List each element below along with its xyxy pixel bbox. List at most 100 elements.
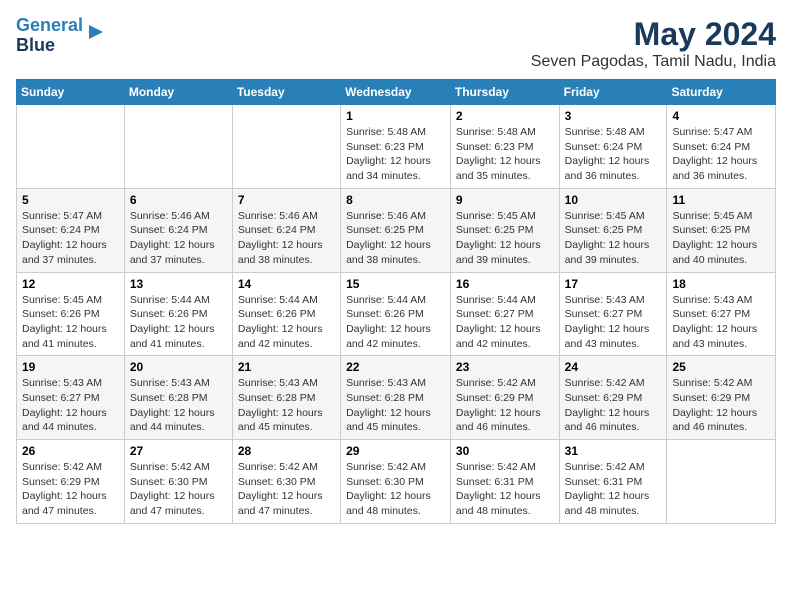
calendar-cell: 16 Sunrise: 5:44 AM Sunset: 6:27 PM Dayli…: [450, 272, 559, 356]
title-block: May 2024 Seven Pagodas, Tamil Nadu, Indi…: [531, 16, 776, 71]
day-info: Sunrise: 5:45 AM Sunset: 6:25 PM Dayligh…: [456, 209, 554, 268]
day-info: Sunrise: 5:42 AM Sunset: 6:31 PM Dayligh…: [565, 460, 662, 519]
day-number: 28: [238, 444, 335, 458]
calendar-cell: 7Sunrise: 5:46 AM Sunset: 6:24 PM Daylig…: [232, 188, 340, 272]
weekday-header: Sunday: [17, 80, 125, 105]
calendar-cell: 3 Sunrise: 5:48 AM Sunset: 6:24 PM Daylig…: [559, 105, 667, 189]
calendar-cell: 8 Sunrise: 5:46 AM Sunset: 6:25 PM Daylig…: [341, 188, 451, 272]
day-info: Sunrise: 5:42 AM Sunset: 6:29 PM Dayligh…: [456, 376, 554, 435]
calendar-cell: 19Sunrise: 5:43 AM Sunset: 6:27 PM Dayli…: [17, 356, 125, 440]
day-info: Sunrise: 5:42 AM Sunset: 6:31 PM Dayligh…: [456, 460, 554, 519]
calendar-cell: 29 Sunrise: 5:42 AM Sunset: 6:30 PM Dayli…: [341, 440, 451, 524]
day-number: 4: [672, 109, 770, 123]
day-number: 22: [346, 360, 445, 374]
calendar-cell: 25 Sunrise: 5:42 AM Sunset: 6:29 PM Dayli…: [667, 356, 776, 440]
calendar-week-row: 12Sunrise: 5:45 AM Sunset: 6:26 PM Dayli…: [17, 272, 776, 356]
calendar-cell: [232, 105, 340, 189]
calendar-week-row: 5 Sunrise: 5:47 AM Sunset: 6:24 PM Daylig…: [17, 188, 776, 272]
calendar-cell: 15Sunrise: 5:44 AM Sunset: 6:26 PM Dayli…: [341, 272, 451, 356]
day-info: Sunrise: 5:42 AM Sunset: 6:29 PM Dayligh…: [22, 460, 119, 519]
day-info: Sunrise: 5:44 AM Sunset: 6:26 PM Dayligh…: [130, 293, 227, 352]
page-title: May 2024: [531, 16, 776, 53]
day-number: 23: [456, 360, 554, 374]
day-info: Sunrise: 5:42 AM Sunset: 6:29 PM Dayligh…: [672, 376, 770, 435]
day-info: Sunrise: 5:45 AM Sunset: 6:26 PM Dayligh…: [22, 293, 119, 352]
day-number: 3: [565, 109, 662, 123]
day-number: 7: [238, 193, 335, 207]
calendar-cell: 26 Sunrise: 5:42 AM Sunset: 6:29 PM Dayli…: [17, 440, 125, 524]
calendar-header-row: SundayMondayTuesdayWednesdayThursdayFrid…: [17, 80, 776, 105]
weekday-header: Wednesday: [341, 80, 451, 105]
weekday-header: Thursday: [450, 80, 559, 105]
calendar-cell: 14Sunrise: 5:44 AM Sunset: 6:26 PM Dayli…: [232, 272, 340, 356]
day-info: Sunrise: 5:43 AM Sunset: 6:28 PM Dayligh…: [346, 376, 445, 435]
day-number: 26: [22, 444, 119, 458]
calendar-cell: 22 Sunrise: 5:43 AM Sunset: 6:28 PM Dayli…: [341, 356, 451, 440]
day-info: Sunrise: 5:42 AM Sunset: 6:30 PM Dayligh…: [238, 460, 335, 519]
day-number: 8: [346, 193, 445, 207]
day-number: 27: [130, 444, 227, 458]
day-number: 10: [565, 193, 662, 207]
calendar-cell: 13 Sunrise: 5:44 AM Sunset: 6:26 PM Dayli…: [124, 272, 232, 356]
day-number: 29: [346, 444, 445, 458]
day-number: 20: [130, 360, 227, 374]
day-info: Sunrise: 5:42 AM Sunset: 6:30 PM Dayligh…: [346, 460, 445, 519]
calendar-cell: [667, 440, 776, 524]
calendar-cell: 17 Sunrise: 5:43 AM Sunset: 6:27 PM Dayli…: [559, 272, 667, 356]
calendar-cell: [17, 105, 125, 189]
logo-text: GeneralBlue: [16, 16, 83, 56]
day-number: 17: [565, 277, 662, 291]
day-number: 11: [672, 193, 770, 207]
calendar-week-row: 19Sunrise: 5:43 AM Sunset: 6:27 PM Dayli…: [17, 356, 776, 440]
day-number: 16: [456, 277, 554, 291]
day-info: Sunrise: 5:48 AM Sunset: 6:23 PM Dayligh…: [346, 125, 445, 184]
day-info: Sunrise: 5:42 AM Sunset: 6:30 PM Dayligh…: [130, 460, 227, 519]
calendar-table: SundayMondayTuesdayWednesdayThursdayFrid…: [16, 79, 776, 524]
day-number: 31: [565, 444, 662, 458]
calendar-cell: 23 Sunrise: 5:42 AM Sunset: 6:29 PM Dayli…: [450, 356, 559, 440]
day-info: Sunrise: 5:43 AM Sunset: 6:27 PM Dayligh…: [565, 293, 662, 352]
day-number: 13: [130, 277, 227, 291]
calendar-cell: 20Sunrise: 5:43 AM Sunset: 6:28 PM Dayli…: [124, 356, 232, 440]
page-subtitle: Seven Pagodas, Tamil Nadu, India: [531, 53, 776, 71]
calendar-cell: 24 Sunrise: 5:42 AM Sunset: 6:29 PM Dayli…: [559, 356, 667, 440]
day-number: 2: [456, 109, 554, 123]
day-number: 14: [238, 277, 335, 291]
day-number: 25: [672, 360, 770, 374]
day-info: Sunrise: 5:44 AM Sunset: 6:27 PM Dayligh…: [456, 293, 554, 352]
calendar-cell: [124, 105, 232, 189]
day-info: Sunrise: 5:46 AM Sunset: 6:24 PM Dayligh…: [130, 209, 227, 268]
calendar-cell: 4Sunrise: 5:47 AM Sunset: 6:24 PM Daylig…: [667, 105, 776, 189]
calendar-cell: 10 Sunrise: 5:45 AM Sunset: 6:25 PM Dayli…: [559, 188, 667, 272]
day-number: 15: [346, 277, 445, 291]
weekday-header: Friday: [559, 80, 667, 105]
day-number: 30: [456, 444, 554, 458]
day-number: 18: [672, 277, 770, 291]
calendar-week-row: 1 Sunrise: 5:48 AM Sunset: 6:23 PM Daylig…: [17, 105, 776, 189]
day-info: Sunrise: 5:48 AM Sunset: 6:24 PM Dayligh…: [565, 125, 662, 184]
day-info: Sunrise: 5:42 AM Sunset: 6:29 PM Dayligh…: [565, 376, 662, 435]
day-number: 1: [346, 109, 445, 123]
day-number: 19: [22, 360, 119, 374]
calendar-cell: 30 Sunrise: 5:42 AM Sunset: 6:31 PM Dayli…: [450, 440, 559, 524]
calendar-week-row: 26 Sunrise: 5:42 AM Sunset: 6:29 PM Dayli…: [17, 440, 776, 524]
calendar-cell: 31 Sunrise: 5:42 AM Sunset: 6:31 PM Dayli…: [559, 440, 667, 524]
calendar-cell: 27 Sunrise: 5:42 AM Sunset: 6:30 PM Dayli…: [124, 440, 232, 524]
day-info: Sunrise: 5:46 AM Sunset: 6:25 PM Dayligh…: [346, 209, 445, 268]
day-info: Sunrise: 5:48 AM Sunset: 6:23 PM Dayligh…: [456, 125, 554, 184]
calendar-cell: 21Sunrise: 5:43 AM Sunset: 6:28 PM Dayli…: [232, 356, 340, 440]
day-info: Sunrise: 5:45 AM Sunset: 6:25 PM Dayligh…: [565, 209, 662, 268]
day-info: Sunrise: 5:45 AM Sunset: 6:25 PM Dayligh…: [672, 209, 770, 268]
logo-icon: [85, 21, 107, 43]
calendar-cell: 18Sunrise: 5:43 AM Sunset: 6:27 PM Dayli…: [667, 272, 776, 356]
calendar-cell: 12Sunrise: 5:45 AM Sunset: 6:26 PM Dayli…: [17, 272, 125, 356]
calendar-cell: 11 Sunrise: 5:45 AM Sunset: 6:25 PM Dayli…: [667, 188, 776, 272]
day-info: Sunrise: 5:47 AM Sunset: 6:24 PM Dayligh…: [22, 209, 119, 268]
weekday-header: Monday: [124, 80, 232, 105]
calendar-cell: 6 Sunrise: 5:46 AM Sunset: 6:24 PM Daylig…: [124, 188, 232, 272]
day-number: 5: [22, 193, 119, 207]
day-number: 24: [565, 360, 662, 374]
calendar-cell: 28 Sunrise: 5:42 AM Sunset: 6:30 PM Dayli…: [232, 440, 340, 524]
logo: GeneralBlue: [16, 16, 107, 56]
day-number: 6: [130, 193, 227, 207]
